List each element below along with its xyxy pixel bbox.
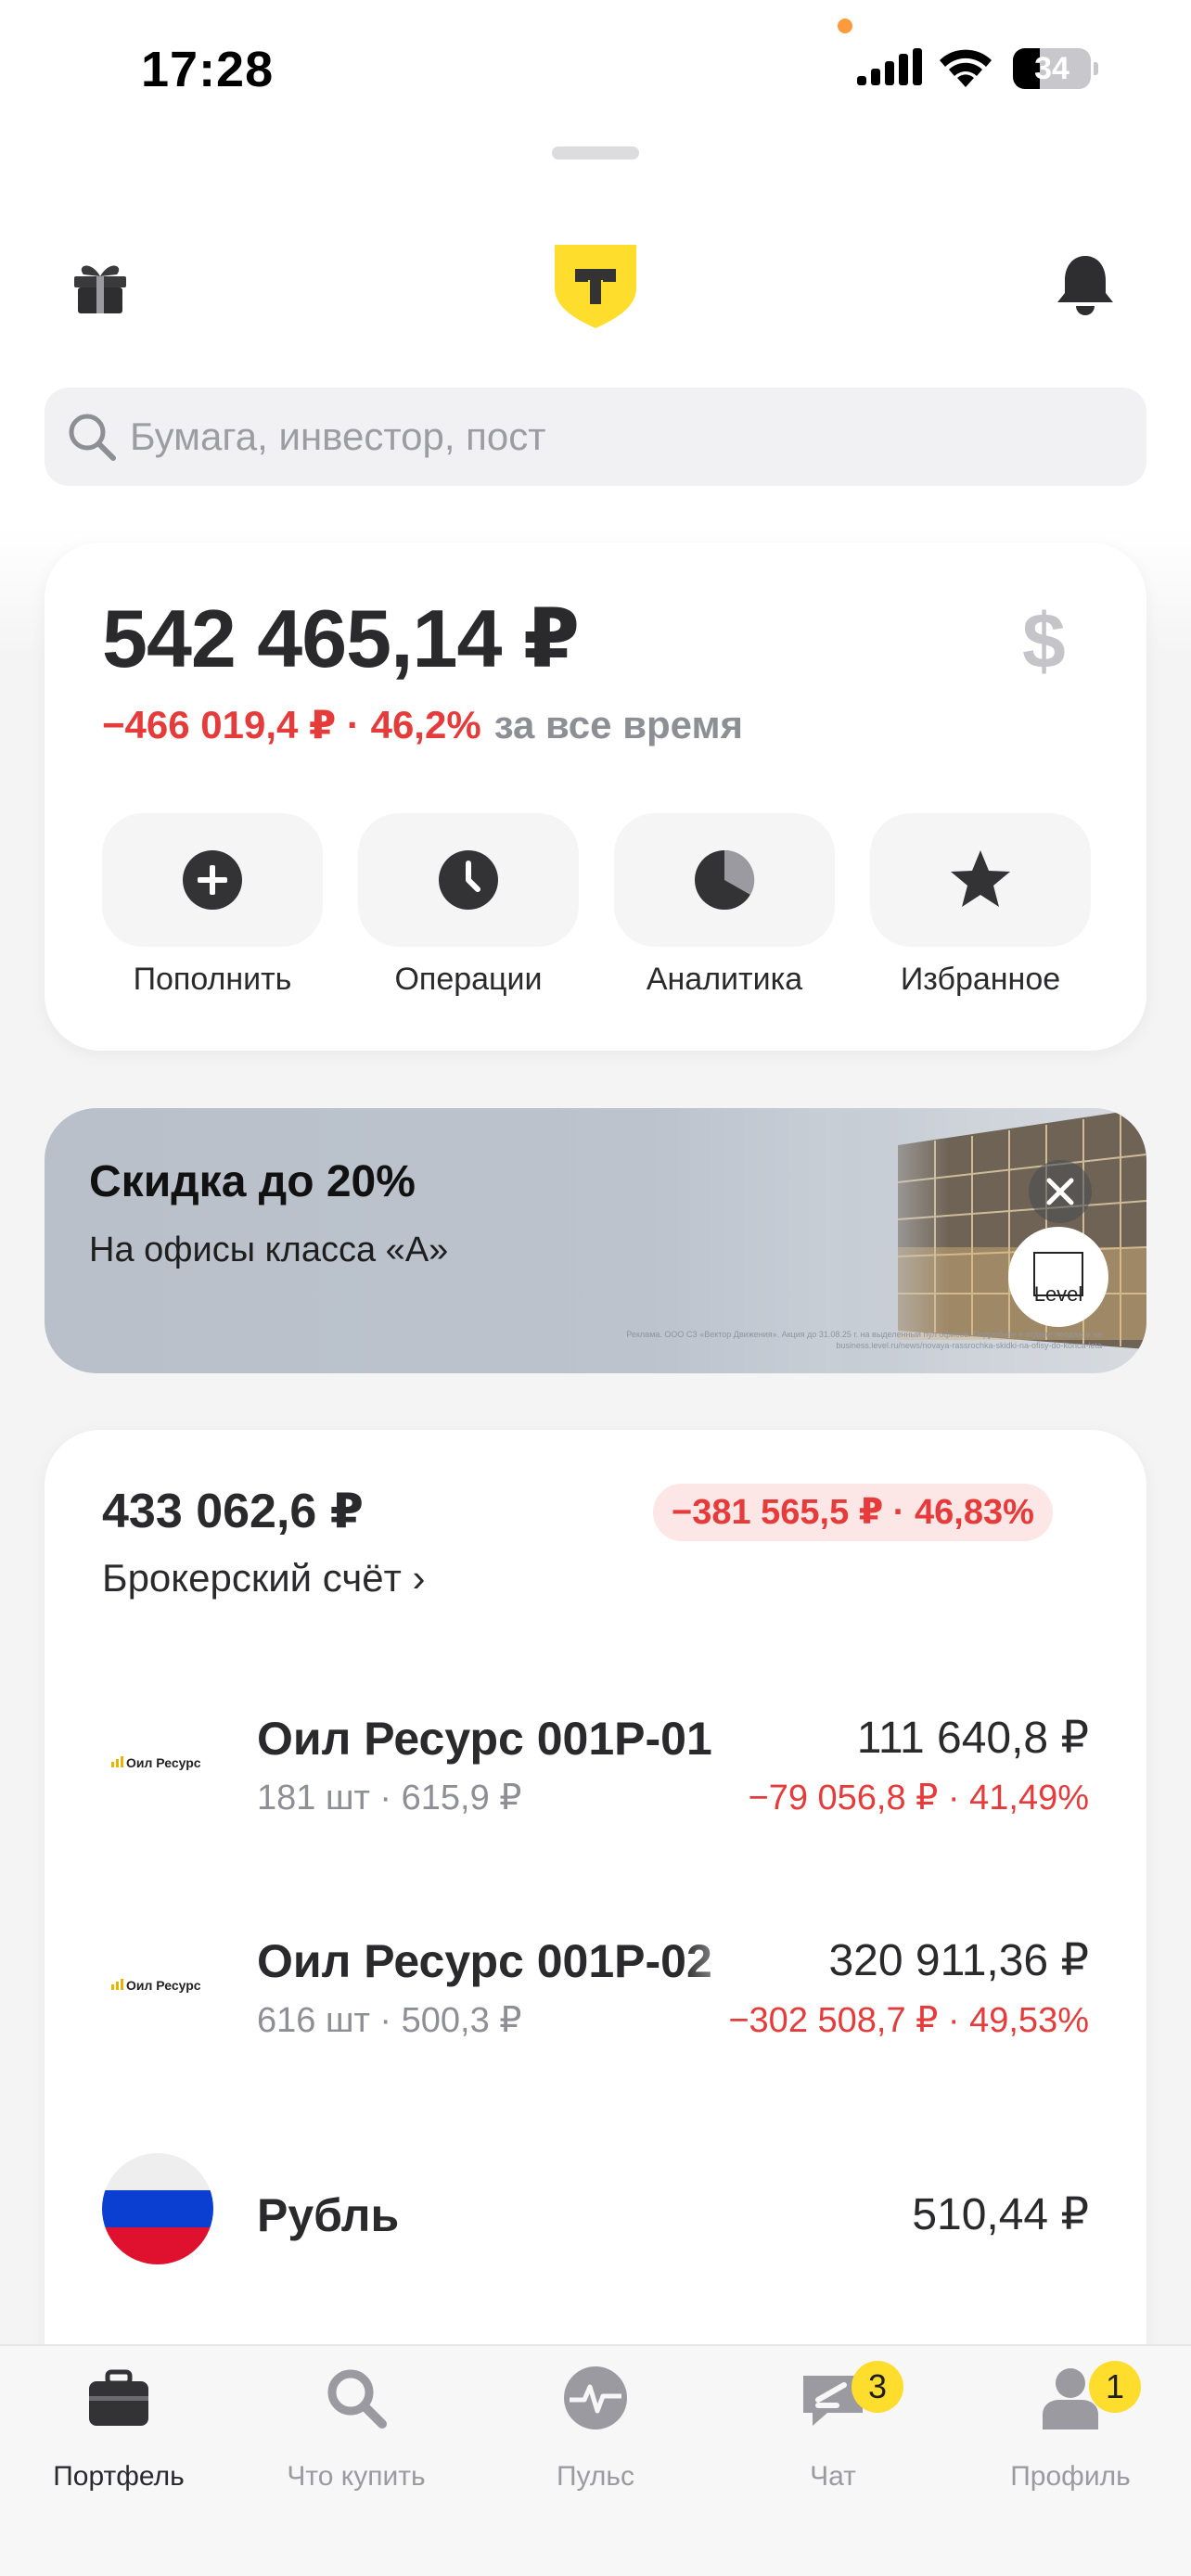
action-operations-label: Операции [394, 962, 543, 997]
promo-banner[interactable]: Скидка до 20% На офисы класса «А» Level … [45, 1108, 1146, 1373]
level-logo-icon [1033, 1252, 1083, 1296]
action-favorites-button[interactable]: Избранное [870, 813, 1091, 999]
profile-notification-badge: 1 [1089, 2361, 1141, 2413]
account-total-value: 433 062,6 ₽ [102, 1485, 364, 1538]
tab-profile[interactable]: 1 Профиль [952, 2361, 1189, 2504]
level-logo-text: Level [1033, 1282, 1083, 1306]
position-quantity-price: 181 шт · 615,9 ₽ [257, 1779, 522, 1817]
position-change: −79 056,8 ₽ · 41,49% [748, 1779, 1090, 1817]
status-bar: 17:28 34 [0, 0, 1191, 139]
battery-icon: 34 [1013, 48, 1098, 89]
account-change-badge: −381 565,5 ₽ · 46,83% [653, 1484, 1053, 1541]
action-favorites-label: Избранное [900, 962, 1061, 997]
tab-portfolio[interactable]: Портфель [0, 2365, 237, 2504]
pie-chart-icon [695, 849, 755, 910]
tab-what-to-buy[interactable]: Что купить [237, 2365, 475, 2504]
oil-resource-logo-icon: Оил Ресурс [111, 1978, 201, 1993]
broker-account-card: 433 062,6 ₽ −381 565,5 ₽ · 46,83% Брокер… [45, 1430, 1146, 2450]
pulse-icon [564, 2366, 627, 2429]
action-top-up-button[interactable]: Пополнить [102, 813, 323, 999]
action-analytics-label: Аналитика [646, 962, 803, 997]
position-logo-text: Оил Ресурс [126, 1755, 201, 1770]
search-input[interactable] [130, 388, 1132, 486]
cellular-signal-icon [857, 48, 922, 85]
tab-chat[interactable]: 3 Чат [714, 2361, 952, 2504]
tab-chat-label: Чат [810, 2461, 856, 2492]
banner-subtitle: На офисы класса «А» [89, 1231, 449, 1269]
clock-icon [439, 850, 498, 910]
quick-actions: Пополнить Операции Аналитика Избранное [102, 813, 1091, 999]
gift-icon[interactable] [70, 256, 130, 315]
tab-what-to-buy-label: Что купить [287, 2461, 426, 2492]
search-icon [69, 414, 116, 461]
tab-profile-label: Профиль [1010, 2461, 1131, 2492]
banner-title: Скидка до 20% [89, 1157, 416, 1206]
sheet-grabber[interactable] [552, 147, 639, 159]
plus-circle-icon [183, 850, 242, 910]
portfolio-summary-card: 542 465,14 ₽ $ −466 019,4 ₽ · 46,2% за вс… [45, 542, 1146, 1051]
battery-level: 34 [1034, 51, 1069, 86]
level-brand-logo: Level [1008, 1227, 1108, 1327]
briefcase-icon [89, 2369, 148, 2426]
chat-unread-badge: 3 [852, 2361, 903, 2413]
status-time: 17:28 [141, 42, 275, 97]
position-row[interactable]: Оил Ресурс Оил Ресурс 001P-01 181 шт · 6… [45, 1690, 1146, 1838]
tab-portfolio-label: Портфель [53, 2461, 185, 2492]
currency-switch-button[interactable]: $ [1022, 596, 1066, 686]
action-operations-button[interactable]: Операции [358, 813, 579, 999]
position-logo-text: Оил Ресурс [126, 1978, 201, 1993]
banner-disclaimer: Реклама. ООО СЗ «Вектор Движения». Акция… [626, 1330, 1102, 1350]
broker-account-link[interactable]: Брокерский счёт › [102, 1556, 425, 1600]
close-icon [1046, 1178, 1074, 1205]
russian-flag-icon [102, 2153, 213, 2264]
portfolio-change-period[interactable]: за все время [494, 703, 743, 746]
position-row[interactable]: Рубль 510,44 ₽ [45, 2135, 1146, 2283]
position-value: 510,44 ₽ [899, 2188, 1089, 2240]
position-row[interactable]: Оил Ресурс Оил Ресурс 001P-02 616 шт · 5… [45, 1912, 1146, 2060]
position-value: 320 911,36 ₽ [815, 1934, 1089, 1986]
banner-close-button[interactable] [1029, 1160, 1092, 1223]
portfolio-change: −466 019,4 ₽ · 46,2% за все время [102, 702, 743, 747]
portfolio-change-value: −466 019,4 ₽ · 46,2% [102, 703, 481, 746]
search-bar[interactable] [45, 388, 1146, 486]
oil-resource-logo-icon: Оил Ресурс [111, 1755, 201, 1770]
position-name: Оил Ресурс 001P-02 [257, 1935, 712, 1987]
portfolio-total-value: 542 465,14 ₽ [102, 593, 580, 684]
tbank-logo-icon [555, 245, 636, 328]
position-quantity-price: 616 шт · 500,3 ₽ [257, 2001, 522, 2040]
action-analytics-button[interactable]: Аналитика [614, 813, 835, 999]
position-change: −302 508,7 ₽ · 49,53% [728, 2001, 1089, 2040]
star-icon [951, 850, 1010, 907]
wifi-icon [940, 49, 992, 87]
tab-pulse-label: Пульс [556, 2461, 635, 2492]
position-name: Оил Ресурс 001P-01 [257, 1713, 712, 1765]
position-name: Рубль [257, 2189, 400, 2241]
notifications-bell-icon[interactable] [1056, 252, 1115, 317]
tab-pulse[interactable]: Пульс [477, 2365, 714, 2504]
search-icon [327, 2369, 387, 2429]
bottom-tab-bar: Портфель Что купить Пульс 3 Чат 1 Профил… [0, 2344, 1191, 2576]
privacy-indicator-dot [838, 19, 852, 33]
position-value: 111 640,8 ₽ [843, 1712, 1089, 1764]
action-top-up-label: Пополнить [133, 962, 292, 997]
